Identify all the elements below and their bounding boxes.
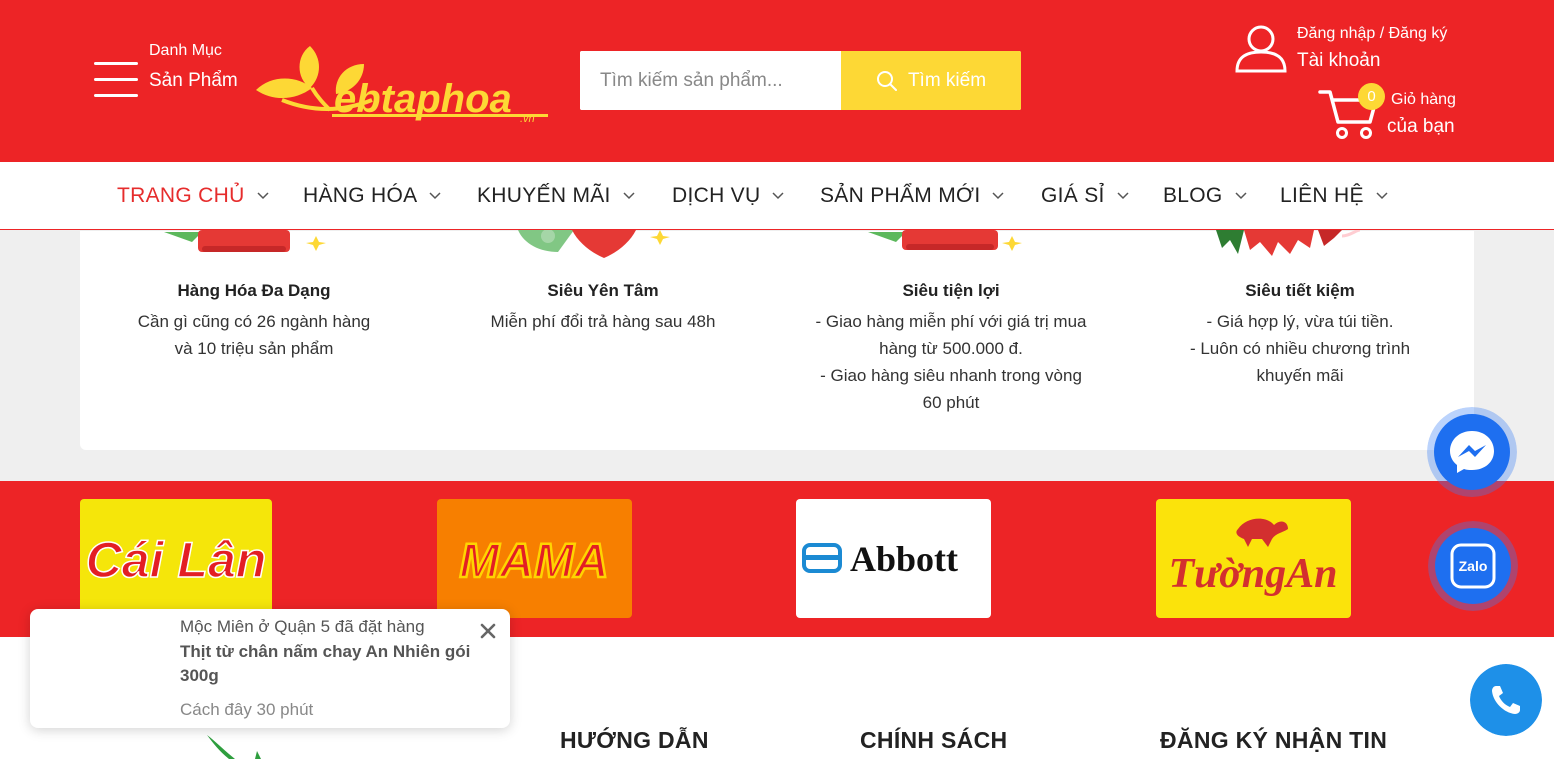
brand-logo-tuong-an[interactable]: TườngAn [1156,499,1351,618]
phone-icon[interactable] [1470,664,1542,736]
svg-text:TườngAn: TườngAn [1168,551,1337,597]
svg-text:.vn: .vn [520,113,535,124]
feature-title: Siêu tiện lợi [902,281,1000,300]
cart-caption[interactable]: Giỏ hàng [1391,91,1456,109]
recent-order-popup[interactable]: Mộc Miên ở Quận 5 đã đặt hàng Thịt từ ch… [30,609,510,728]
category-menu-caption[interactable]: Danh Mục [149,42,222,60]
user-icon[interactable] [1234,22,1288,74]
feature-title: Siêu Yên Tâm [547,281,659,300]
cart-count-badge: 0 [1358,83,1385,110]
nav-item-label: LIÊN HỆ [1280,183,1364,207]
main-nav: TRANG CHỦ HÀNG HÓA KHUYẾN MÃI DỊCH VỤ SẢ… [0,162,1554,230]
chevron-down-icon [1376,191,1388,199]
feature-text: - Luôn có nhiều chương trình [1189,339,1411,358]
cart-label[interactable]: của bạn [1387,116,1455,138]
search-button[interactable]: Tìm kiếm [841,51,1021,110]
chevron-down-icon [992,191,1004,199]
nav-item-label: SẢN PHẨM MỚI [820,183,981,207]
chevron-down-icon [772,191,784,199]
category-menu-label[interactable]: Sản Phẩm [149,66,239,95]
feature-text: Cần gì cũng có 26 ngành hàng [137,312,371,331]
search-bar: Tìm kiếm [580,51,1021,110]
nav-item-label: TRANG CHỦ [117,183,245,207]
footer-heading-guide: HƯỚNG DẪN [560,727,709,753]
feature-title: Hàng Hóa Đa Dạng [177,281,331,300]
nav-item-label: DỊCH VỤ [672,183,761,207]
nav-item-label: BLOG [1163,183,1223,207]
search-button-label: Tìm kiếm [907,69,987,91]
account-link[interactable]: Tài khoản [1297,50,1380,72]
svg-text:Abbott: Abbott [850,539,958,579]
feature-text: Miễn phí đổi trả hàng sau 48h [490,312,716,331]
feature-text: - Giá hợp lý, vừa túi tiền. [1206,312,1394,331]
nav-item-label: GIÁ SỈ [1041,183,1105,207]
feature-item: Siêu Yên Tâm Miễn phí đổi trả hàng sau 4… [458,280,748,335]
nav-item-blog[interactable]: BLOG [1163,162,1247,229]
close-icon[interactable] [476,619,500,643]
chevron-down-icon [257,191,269,199]
footer-heading-policy: CHÍNH SÁCH [860,727,1008,753]
footer-heading-newsletter: ĐĂNG KÝ NHẬN TIN [1160,727,1388,753]
nav-item-san-pham-moi[interactable]: SẢN PHẨM MỚI [820,162,1004,229]
site-header: Danh Mục Sản Phẩm ebtaphoa .vn Tìm kiếm … [0,0,1554,162]
svg-text:MAMA: MAMA [459,535,608,588]
messenger-icon[interactable] [1427,407,1517,497]
popup-product-name[interactable]: Thịt từ chân nấm chay An Nhiên gói 300g [180,640,480,688]
search-icon [876,70,897,91]
shield-check-icon [518,230,670,258]
feature-item: Siêu tiện lợi - Giao hàng miễn phí với g… [790,280,1112,416]
nav-item-label: HÀNG HÓA [303,183,418,207]
feature-text: và 10 triệu sản phẩm [174,339,334,358]
chevron-down-icon [1235,191,1247,199]
chevron-down-icon [1117,191,1129,199]
features-panel: Hàng Hóa Đa Dạng Cần gì cũng có 26 ngành… [80,230,1474,450]
savings-badge-icon [1216,230,1361,256]
gift-box-icon [164,230,326,252]
feature-text: - Giao hàng siêu nhanh trong vòng [820,366,1082,385]
popup-time: Cách đây 30 phút [180,700,314,719]
brand-logo-mama[interactable]: MAMA [437,499,632,618]
chevron-down-icon [623,191,635,199]
chevron-down-icon [429,191,441,199]
feature-item: Hàng Hóa Đa Dạng Cần gì cũng có 26 ngành… [114,280,394,362]
site-logo[interactable]: ebtaphoa .vn [252,42,554,124]
nav-item-trang-chu[interactable]: TRANG CHỦ [117,162,269,229]
nav-item-hang-hoa[interactable]: HÀNG HÓA [303,162,441,229]
footer-logo-leaf-icon [207,735,261,759]
nav-item-gia-si[interactable]: GIÁ SỈ [1041,162,1129,229]
brand-logo-abbott[interactable]: Abbott [796,499,991,618]
nav-item-label: KHUYẾN MÃI [477,183,611,207]
hamburger-menu-icon[interactable] [94,62,138,98]
feature-text: 60 phút [922,393,980,412]
zalo-icon[interactable]: Zalo [1428,521,1518,611]
svg-text:Cái Lân: Cái Lân [86,532,267,588]
feature-title: Siêu tiết kiệm [1245,281,1355,300]
feature-item: Siêu tiết kiệm - Giá hợp lý, vừa túi tiề… [1160,280,1440,389]
feature-text: khuyến mãi [1256,366,1344,385]
feature-text: hàng từ 500.000 đ. [879,339,1023,358]
brand-logo-cai-lan[interactable]: Cái Lân [80,499,272,618]
nav-item-dich-vu[interactable]: DỊCH VỤ [672,162,784,229]
login-register-link[interactable]: Đăng nhập / Đăng ký [1297,25,1447,43]
delivery-box-icon [868,230,1022,251]
popup-customer-text: Mộc Miên ở Quận 5 đã đặt hàng [180,617,425,636]
nav-item-khuyen-mai[interactable]: KHUYẾN MÃI [477,162,635,229]
nav-item-lien-he[interactable]: LIÊN HỆ [1280,162,1388,229]
search-input[interactable] [580,51,841,110]
feature-text: - Giao hàng miễn phí với giá trị mua [815,312,1087,331]
svg-text:Zalo: Zalo [1459,558,1488,574]
